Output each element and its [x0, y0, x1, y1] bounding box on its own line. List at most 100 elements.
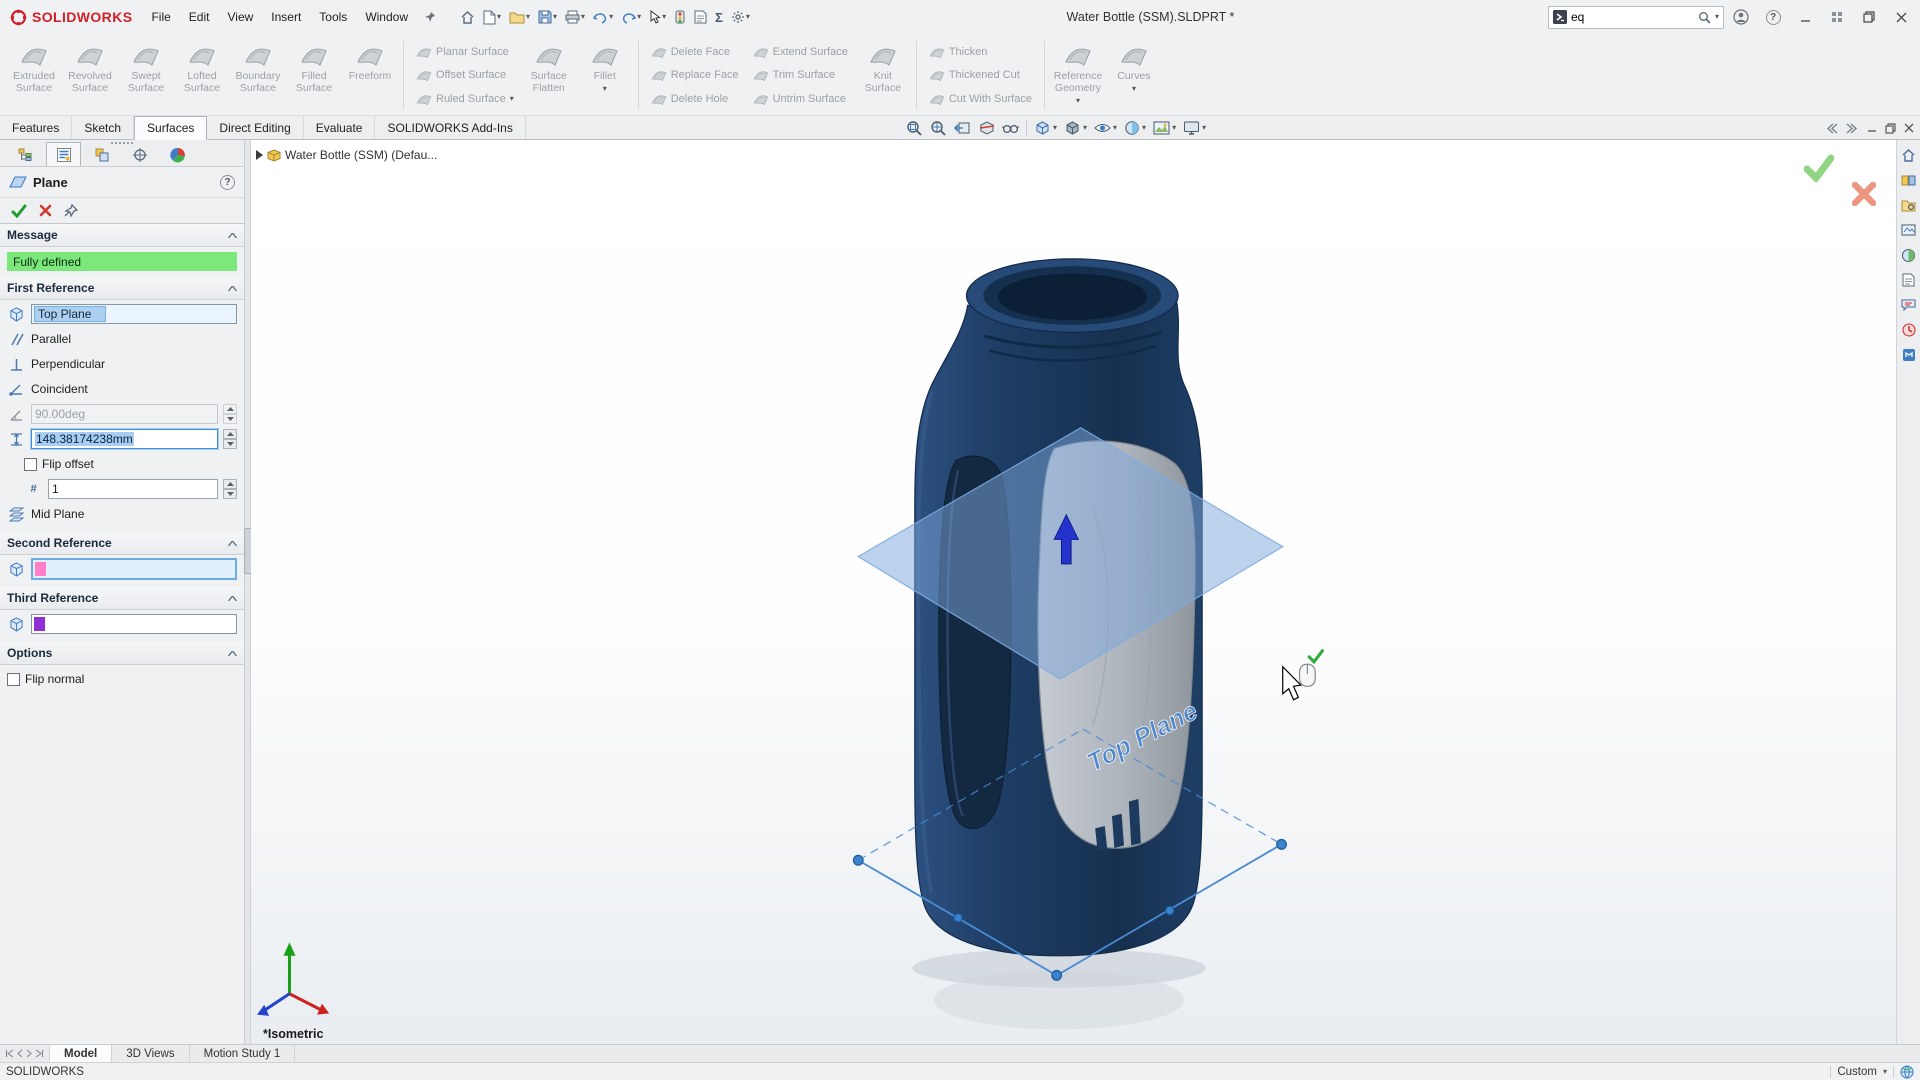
- cancel-button[interactable]: [39, 204, 52, 217]
- plane-corner-handle[interactable]: [1052, 971, 1062, 981]
- graphics-area[interactable]: Top Plane: [251, 140, 1896, 1044]
- next-document-icon[interactable]: [1846, 123, 1859, 134]
- mid-plane-option[interactable]: Mid Plane: [7, 503, 237, 525]
- group-header-message[interactable]: Message: [0, 224, 244, 247]
- print-button[interactable]: ▾: [562, 5, 588, 29]
- offset-distance-input[interactable]: 148.38174238mm: [31, 429, 218, 449]
- display-manager-tab[interactable]: [160, 142, 195, 166]
- perpendicular-option[interactable]: Perpendicular: [7, 353, 237, 375]
- plane-edge-handle[interactable]: [1166, 906, 1174, 914]
- tab-direct-editing[interactable]: Direct Editing: [207, 116, 303, 139]
- solidworks-forum-icon[interactable]: [1899, 295, 1919, 315]
- custom-properties-icon[interactable]: [1899, 270, 1919, 290]
- home-button[interactable]: [457, 5, 478, 29]
- apply-scene-button[interactable]: ▾: [1150, 117, 1179, 139]
- display-style-caret-icon[interactable]: ▾: [1083, 124, 1087, 132]
- search-box[interactable]: ▾: [1548, 6, 1724, 29]
- coincident-option[interactable]: Coincident: [7, 378, 237, 400]
- swept-surface-button[interactable]: Swept Surface: [118, 37, 174, 113]
- flip-normal-row[interactable]: Flip normal: [7, 668, 237, 690]
- confirmation-cancel-button[interactable]: [1852, 182, 1876, 206]
- tab-features[interactable]: Features: [0, 116, 72, 139]
- tab-model[interactable]: Model: [50, 1045, 112, 1062]
- save-caret-icon[interactable]: ▾: [553, 13, 557, 21]
- extruded-surface-button[interactable]: Extruded Surface: [6, 37, 62, 113]
- edit-appearance-button[interactable]: ▾: [1121, 117, 1149, 139]
- group-header-options[interactable]: Options: [0, 642, 244, 665]
- freeform-button[interactable]: Freeform: [342, 37, 398, 113]
- ruled-surface-caret-icon[interactable]: ▾: [510, 95, 514, 103]
- new-document-button[interactable]: ▾: [480, 5, 504, 29]
- cut-with-surface-button[interactable]: Cut With Surface: [926, 87, 1035, 110]
- 3dexperience-icon[interactable]: [1899, 345, 1919, 365]
- angle-spinner[interactable]: [223, 404, 237, 424]
- property-manager-tab[interactable]: [46, 142, 81, 166]
- search-caret-icon[interactable]: ▾: [1715, 13, 1719, 21]
- first-tab-icon[interactable]: [5, 1049, 14, 1058]
- undo-button[interactable]: ▾: [590, 5, 616, 29]
- first-reference-selection[interactable]: Top Plane: [34, 306, 106, 322]
- previous-tab-icon[interactable]: [17, 1049, 23, 1058]
- ruled-surface-button[interactable]: Ruled Surface▾: [413, 87, 517, 110]
- trim-surface-button[interactable]: Trim Surface: [750, 64, 851, 87]
- group-header-third-reference[interactable]: Third Reference: [0, 587, 244, 610]
- redo-caret-icon[interactable]: ▾: [637, 13, 641, 21]
- previous-view-button[interactable]: [951, 117, 974, 139]
- next-tab-icon[interactable]: [26, 1049, 32, 1058]
- tab-3d-views[interactable]: 3D Views: [112, 1045, 189, 1062]
- tab-surfaces[interactable]: Surfaces: [134, 116, 207, 140]
- confirmation-ok-button[interactable]: [1804, 154, 1834, 182]
- view-settings-button[interactable]: ▾: [1180, 117, 1209, 139]
- save-button[interactable]: ▾: [535, 5, 560, 29]
- curves-button[interactable]: Curves▾: [1106, 37, 1162, 113]
- print-caret-icon[interactable]: ▾: [581, 13, 585, 21]
- thicken-button[interactable]: Thicken: [926, 40, 1035, 63]
- view-orientation-button[interactable]: ▾: [1031, 117, 1060, 139]
- boundary-surface-button[interactable]: Boundary Surface: [230, 37, 286, 113]
- angle-input[interactable]: 90.00deg: [31, 404, 218, 424]
- appearances-scenes-icon[interactable]: [1899, 245, 1919, 265]
- open-button[interactable]: ▾: [506, 5, 533, 29]
- plane-edge-handle[interactable]: [954, 914, 962, 922]
- curves-caret-icon[interactable]: ▾: [1132, 85, 1136, 93]
- view-palette-icon[interactable]: [1899, 220, 1919, 240]
- open-caret-icon[interactable]: ▾: [526, 13, 530, 21]
- untrim-surface-button[interactable]: Untrim Surface: [750, 87, 851, 110]
- hide-show-items-caret-icon[interactable]: ▾: [1113, 124, 1117, 132]
- file-explorer-icon[interactable]: [1899, 195, 1919, 215]
- options-button[interactable]: ▾: [728, 5, 753, 29]
- equations-button[interactable]: Σ: [712, 5, 726, 29]
- flip-normal-checkbox[interactable]: [7, 673, 20, 686]
- knit-surface-button[interactable]: Knit Surface: [855, 37, 911, 113]
- extend-surface-button[interactable]: Extend Surface: [750, 40, 851, 63]
- help-icon[interactable]: ?: [1758, 4, 1788, 30]
- lofted-surface-button[interactable]: Lofted Surface: [174, 37, 230, 113]
- tab-evaluate[interactable]: Evaluate: [304, 116, 376, 139]
- third-reference-field[interactable]: [31, 614, 237, 634]
- window-grid-icon[interactable]: [1822, 4, 1852, 30]
- menu-window[interactable]: Window: [356, 5, 417, 29]
- num-planes-input[interactable]: 1: [48, 479, 218, 499]
- fillet-button[interactable]: Fillet▾: [577, 37, 633, 113]
- menu-insert[interactable]: Insert: [262, 5, 310, 29]
- thickened-cut-button[interactable]: Thickened Cut: [926, 64, 1035, 87]
- view-orientation-caret-icon[interactable]: ▾: [1053, 124, 1057, 132]
- close-button[interactable]: [1886, 4, 1916, 30]
- menu-file[interactable]: File: [142, 5, 179, 29]
- first-reference-field[interactable]: Top Plane: [31, 304, 237, 324]
- surface-flatten-button[interactable]: Surface Flatten: [521, 37, 577, 113]
- rebuild-button[interactable]: [671, 5, 689, 29]
- zoom-to-fit-button[interactable]: [903, 117, 926, 139]
- delete-face-button[interactable]: Delete Face: [648, 40, 742, 63]
- document-restore-button[interactable]: [1885, 123, 1896, 134]
- filled-surface-button[interactable]: Filled Surface: [286, 37, 342, 113]
- dynamic-annotation-views-button[interactable]: [999, 117, 1022, 139]
- flip-offset-checkbox[interactable]: [24, 458, 37, 471]
- parallel-option[interactable]: Parallel: [7, 328, 237, 350]
- replace-face-button[interactable]: Replace Face: [648, 64, 742, 87]
- offset-distance-spinner[interactable]: [223, 429, 237, 449]
- offset-surface-button[interactable]: Offset Surface: [413, 64, 517, 87]
- hide-show-items-button[interactable]: ▾: [1091, 117, 1120, 139]
- last-tab-icon[interactable]: [35, 1049, 44, 1058]
- search-icon[interactable]: [1698, 11, 1711, 24]
